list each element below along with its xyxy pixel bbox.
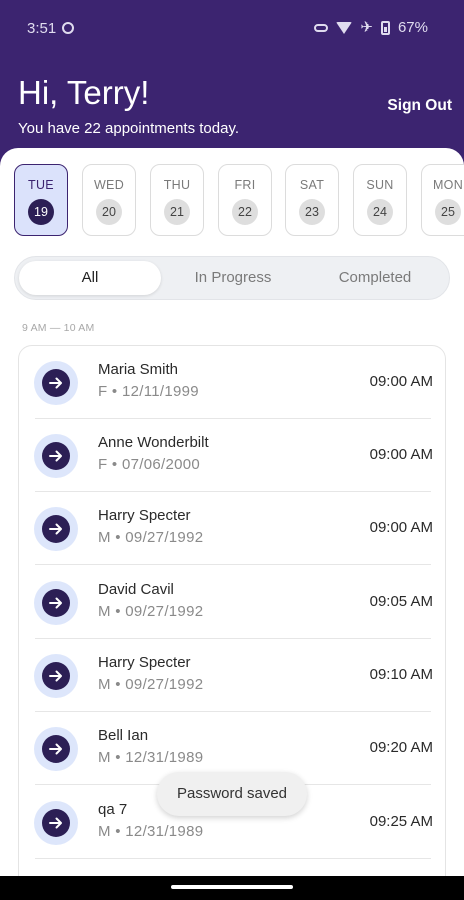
battery-percent: 67% bbox=[397, 19, 428, 36]
notification-icon bbox=[62, 22, 74, 34]
day-number: 19 bbox=[28, 199, 54, 225]
status-bar: 3:51 ✈ 67% bbox=[0, 0, 464, 58]
day-name: SUN bbox=[366, 178, 394, 192]
day-fri[interactable]: FRI 22 bbox=[218, 164, 272, 236]
app-header: 3:51 ✈ 67% Hi, Terry! You have 22 appoin… bbox=[0, 0, 464, 160]
battery-icon bbox=[380, 20, 390, 35]
day-name: MON bbox=[432, 178, 464, 192]
appointment-time: 09:00 AM bbox=[369, 519, 433, 536]
content-sheet: TUE 19 WED 20 THU 21 FRI 22 SAT 23 SUN 2… bbox=[0, 148, 464, 876]
day-wed[interactable]: WED 20 bbox=[82, 164, 136, 236]
patient-meta: M • 12/31/1989 bbox=[98, 823, 204, 840]
row-divider bbox=[35, 858, 431, 859]
day-number: 20 bbox=[96, 199, 122, 225]
patient-name: David Cavil bbox=[98, 581, 174, 598]
appointment-row[interactable]: Harry Specter M • 09/27/1992 09:10 AM bbox=[19, 639, 445, 712]
day-number: 22 bbox=[232, 199, 258, 225]
patient-name: qa 7 bbox=[98, 801, 128, 818]
patient-meta: M • 09/27/1992 bbox=[98, 676, 204, 693]
open-appointment-icon[interactable] bbox=[34, 727, 78, 771]
patient-name: Harry Specter bbox=[98, 654, 191, 671]
patient-meta: M • 09/27/1992 bbox=[98, 529, 204, 546]
patient-meta: F • 12/11/1999 bbox=[98, 383, 199, 400]
filter-completed[interactable]: Completed bbox=[305, 261, 445, 295]
status-time: 3:51 bbox=[27, 20, 57, 37]
toast-message: Password saved bbox=[157, 772, 307, 816]
day-number: 24 bbox=[367, 199, 393, 225]
appointment-time: 09:20 AM bbox=[369, 739, 433, 756]
appointment-row[interactable]: Harry Specter M • 09/27/1992 09:00 AM bbox=[19, 492, 445, 565]
status-icons: ✈ 67% bbox=[314, 19, 428, 36]
patient-meta: F • 07/06/2000 bbox=[98, 456, 201, 473]
sign-out-button[interactable]: Sign Out bbox=[387, 97, 452, 115]
patient-meta: M • 09/27/1992 bbox=[98, 603, 204, 620]
patient-name: Harry Specter bbox=[98, 507, 191, 524]
day-name: FRI bbox=[234, 178, 256, 192]
day-name: TUE bbox=[28, 178, 54, 192]
open-appointment-icon[interactable] bbox=[34, 361, 78, 405]
day-number: 25 bbox=[435, 199, 461, 225]
time-range-label: 9 AM — 10 AM bbox=[22, 322, 95, 334]
day-tue[interactable]: TUE 19 bbox=[14, 164, 68, 236]
open-appointment-icon[interactable] bbox=[34, 654, 78, 698]
home-gesture-handle[interactable] bbox=[171, 885, 293, 889]
day-selector: TUE 19 WED 20 THU 21 FRI 22 SAT 23 SUN 2… bbox=[14, 164, 464, 238]
airplane-icon: ✈ bbox=[360, 19, 373, 36]
appointment-time: 09:10 AM bbox=[369, 666, 433, 683]
day-name: THU bbox=[163, 178, 191, 192]
day-mon[interactable]: MON 25 bbox=[421, 164, 464, 236]
appointments-summary: You have 22 appointments today. bbox=[18, 120, 240, 137]
open-appointment-icon[interactable] bbox=[34, 581, 78, 625]
patient-name: Maria Smith bbox=[98, 361, 179, 378]
appointment-row[interactable]: Maria Smith F • 12/11/1999 09:00 AM bbox=[19, 346, 445, 419]
filter-all[interactable]: All bbox=[19, 261, 161, 295]
appointment-time: 09:25 AM bbox=[369, 813, 433, 830]
row-divider bbox=[35, 564, 431, 565]
link-icon bbox=[314, 23, 329, 32]
day-thu[interactable]: THU 21 bbox=[150, 164, 204, 236]
wifi-icon bbox=[336, 21, 353, 34]
day-name: SAT bbox=[299, 178, 325, 192]
day-number: 23 bbox=[299, 199, 325, 225]
status-filter: All In Progress Completed bbox=[14, 256, 450, 300]
patient-name: Anne Wonderbilt bbox=[98, 434, 209, 451]
system-nav-bar bbox=[0, 876, 464, 900]
day-sat[interactable]: SAT 23 bbox=[285, 164, 339, 236]
open-appointment-icon[interactable] bbox=[34, 434, 78, 478]
appointment-row[interactable]: Anne Wonderbilt F • 07/06/2000 09:00 AM bbox=[19, 419, 445, 492]
filter-in-progress[interactable]: In Progress bbox=[163, 261, 303, 295]
day-name: WED bbox=[93, 178, 125, 192]
open-appointment-icon[interactable] bbox=[34, 801, 78, 845]
day-number: 21 bbox=[164, 199, 190, 225]
greeting-title: Hi, Terry! bbox=[18, 74, 150, 111]
appointment-time: 09:00 AM bbox=[369, 373, 433, 390]
patient-meta: M • 12/31/1989 bbox=[98, 749, 204, 766]
day-sun[interactable]: SUN 24 bbox=[353, 164, 407, 236]
appointment-time: 09:05 AM bbox=[369, 593, 433, 610]
appointment-row[interactable]: David Cavil M • 09/27/1992 09:05 AM bbox=[19, 566, 445, 639]
patient-name: Bell Ian bbox=[98, 727, 149, 744]
open-appointment-icon[interactable] bbox=[34, 507, 78, 551]
appointment-time: 09:00 AM bbox=[369, 446, 433, 463]
